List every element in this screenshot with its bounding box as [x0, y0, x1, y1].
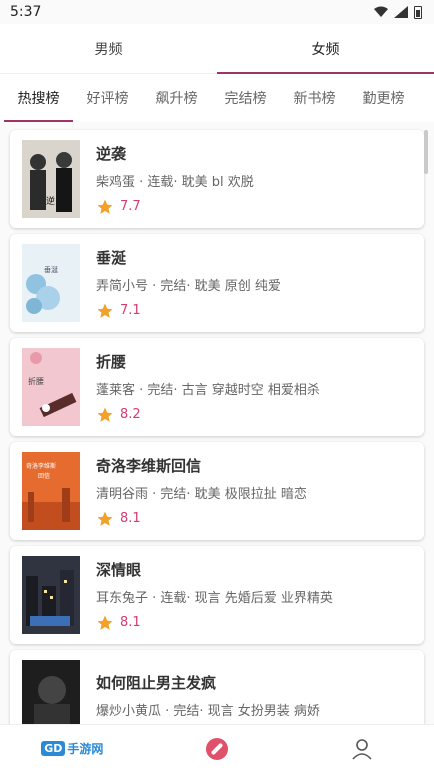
book-title: 深情眼: [96, 560, 142, 579]
book-meta: 蓬莱客 · 完结· 古言 穿越时空 相爱相杀: [96, 382, 320, 398]
tab-male[interactable]: 男频: [0, 24, 217, 73]
book-card[interactable]: 垂涎 垂涎 弄简小号 · 完结· 耽美 原创 纯爱 7.1: [10, 234, 424, 332]
svg-text:逆: 逆: [46, 195, 55, 207]
book-title: 垂涎: [96, 248, 127, 267]
status-time: 5:37: [10, 4, 42, 20]
svg-text:折腰: 折腰: [28, 376, 44, 386]
star-icon: [97, 511, 113, 526]
compass-icon: [206, 737, 228, 760]
star-icon: [97, 199, 113, 214]
svg-text:回信: 回信: [38, 472, 50, 480]
wifi-icon: [374, 6, 388, 17]
tab-new-books[interactable]: 新书榜: [280, 74, 349, 122]
battery-icon: [414, 5, 422, 19]
status-bar: 5:37: [0, 0, 434, 24]
book-title: 逆袭: [96, 144, 127, 163]
svg-text:垂涎: 垂涎: [44, 265, 58, 274]
star-icon: [97, 407, 113, 422]
book-list: 逆 逆袭 柴鸡蛋 · 连载· 耽美 bl 欢脱 7.7 垂涎 垂涎 弄简小号 ·…: [0, 122, 434, 724]
book-score: 8.2: [120, 407, 141, 422]
nav-home[interactable]: GD 手游网: [0, 725, 145, 772]
book-score: 8.1: [120, 615, 141, 630]
tab-completed[interactable]: 完结榜: [211, 74, 280, 122]
book-meta: 清明谷雨 · 完结· 耽美 极限拉扯 暗恋: [96, 486, 307, 502]
book-meta: 柴鸡蛋 · 连载· 耽美 bl 欢脱: [96, 174, 254, 190]
nav-profile[interactable]: [289, 725, 434, 772]
book-card[interactable]: 折腰 折腰 蓬莱客 · 完结· 古言 穿越时空 相爱相杀 8.2: [10, 338, 424, 436]
book-score: 7.1: [120, 303, 141, 318]
gender-tabs: 男频 女频: [0, 24, 434, 74]
book-card[interactable]: 奇洛李维斯 回信 奇洛李维斯回信 清明谷雨 · 完结· 耽美 极限拉扯 暗恋 8.…: [10, 442, 424, 540]
bottom-nav: GD 手游网: [0, 724, 434, 772]
signal-icon: [394, 6, 408, 18]
tab-rising[interactable]: 飙升榜: [142, 74, 211, 122]
book-meta: 弄简小号 · 完结· 耽美 原创 纯爱: [96, 278, 281, 294]
site-logo: GD 手游网: [41, 740, 103, 757]
tab-frequent-update[interactable]: 勤更榜: [349, 74, 418, 122]
book-card[interactable]: 逆 逆袭 柴鸡蛋 · 连载· 耽美 bl 欢脱 7.7: [10, 130, 424, 228]
book-cover: 垂涎: [22, 244, 80, 322]
book-cover: [22, 660, 80, 724]
book-cover: [22, 556, 80, 634]
tab-good-reviews[interactable]: 好评榜: [73, 74, 142, 122]
tab-female[interactable]: 女频: [217, 24, 434, 74]
book-title: 如何阻止男主发疯: [96, 673, 217, 692]
book-card[interactable]: 如何阻止男主发疯 爆炒小黄瓜 · 完结· 现言 女扮男装 病娇: [10, 650, 424, 724]
person-icon: [352, 738, 372, 760]
star-icon: [97, 303, 113, 318]
book-cover: 逆: [22, 140, 80, 218]
scrollbar[interactable]: [424, 130, 428, 174]
book-title: 奇洛李维斯回信: [96, 456, 202, 475]
book-meta: 耳东兔子 · 连载· 现言 先婚后爱 业界精英: [96, 590, 333, 606]
book-card[interactable]: 深情眼 耳东兔子 · 连载· 现言 先婚后爱 业界精英 8.1: [10, 546, 424, 644]
tab-hot-search[interactable]: 热搜榜: [4, 74, 73, 122]
book-score: 7.7: [120, 199, 141, 214]
rank-tabs: 热搜榜 好评榜 飙升榜 完结榜 新书榜 勤更榜: [0, 74, 434, 122]
svg-text:奇洛李维斯: 奇洛李维斯: [26, 462, 56, 470]
book-title: 折腰: [96, 352, 127, 371]
book-meta: 爆炒小黄瓜 · 完结· 现言 女扮男装 病娇: [96, 703, 320, 719]
book-cover: 奇洛李维斯 回信: [22, 452, 80, 530]
book-score: 8.1: [120, 511, 141, 526]
nav-discover[interactable]: [145, 725, 290, 772]
star-icon: [97, 615, 113, 630]
book-cover: 折腰: [22, 348, 80, 426]
